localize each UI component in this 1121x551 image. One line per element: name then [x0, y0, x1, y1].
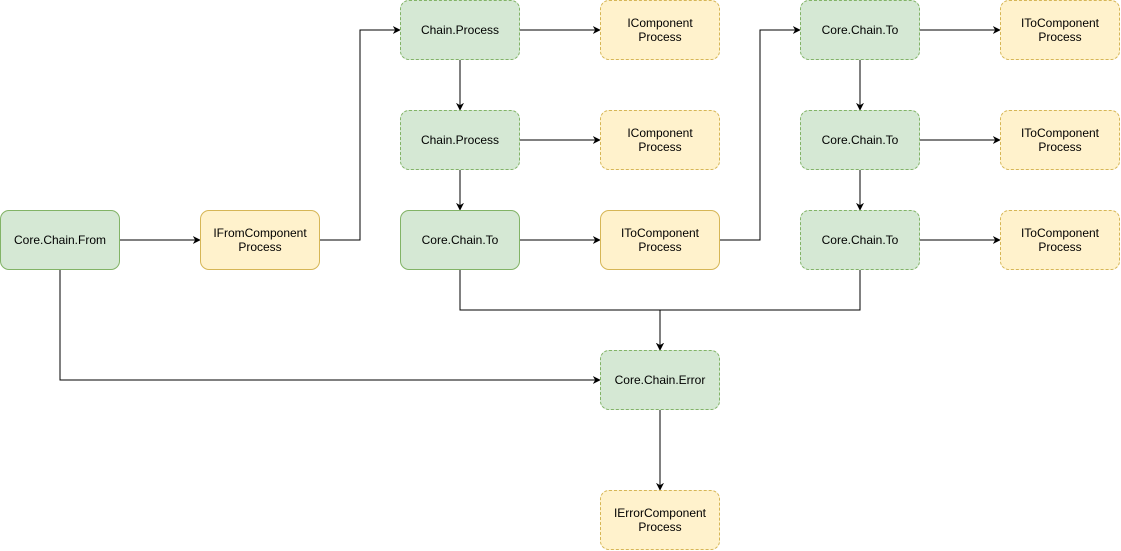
- node-itocomponent-process-3[interactable]: IToComponent Process: [1000, 110, 1120, 170]
- node-chain-process-1[interactable]: Chain.Process: [400, 0, 520, 60]
- node-label: Chain.Process: [420, 23, 500, 37]
- edge-to1-to-error: [459, 270, 664, 351]
- node-ifromcomponent-process[interactable]: IFromComponent Process: [200, 210, 320, 270]
- edge-to4-to-error: [656, 270, 861, 351]
- node-core-chain-error[interactable]: Core.Chain.Error: [600, 350, 720, 410]
- node-core-chain-to-3[interactable]: Core.Chain.To: [800, 110, 920, 170]
- node-label: IComponent Process: [627, 16, 693, 44]
- edge-to1_comp-to-to2: [720, 26, 801, 241]
- node-label: IToComponent Process: [620, 226, 700, 254]
- edge-from_comp-to-process1: [320, 26, 401, 241]
- node-label: Core.Chain.To: [821, 133, 899, 147]
- node-ierrorcomponent-process[interactable]: IErrorComponent Process: [600, 490, 720, 550]
- node-label: IComponent Process: [627, 126, 693, 154]
- node-label: Core.Chain.To: [821, 23, 899, 37]
- node-label: IToComponent Process: [1020, 226, 1100, 254]
- node-label: IToComponent Process: [1020, 16, 1100, 44]
- diagram-canvas: [59, 26, 1001, 491]
- node-icomponent-process-1[interactable]: IComponent Process: [600, 0, 720, 60]
- node-core-chain-to-4[interactable]: Core.Chain.To: [800, 210, 920, 270]
- node-label: IErrorComponent Process: [613, 506, 707, 534]
- node-label: Core.Chain.From: [13, 233, 107, 247]
- node-label: IFromComponent Process: [213, 226, 307, 254]
- node-label: Core.Chain.Error: [614, 373, 706, 387]
- node-core-chain-to-1[interactable]: Core.Chain.To: [400, 210, 520, 270]
- node-itocomponent-process-4[interactable]: IToComponent Process: [1000, 210, 1120, 270]
- node-label: IToComponent Process: [1020, 126, 1100, 154]
- node-itocomponent-process-2[interactable]: IToComponent Process: [1000, 0, 1120, 60]
- edge-from-to-error: [59, 270, 601, 384]
- node-label: Core.Chain.To: [821, 233, 899, 247]
- node-itocomponent-process-1[interactable]: IToComponent Process: [600, 210, 720, 270]
- node-label: Chain.Process: [420, 133, 500, 147]
- node-core-chain-from[interactable]: Core.Chain.From: [0, 210, 120, 270]
- node-icomponent-process-2[interactable]: IComponent Process: [600, 110, 720, 170]
- node-label: Core.Chain.To: [421, 233, 499, 247]
- node-core-chain-to-2[interactable]: Core.Chain.To: [800, 0, 920, 60]
- node-chain-process-2[interactable]: Chain.Process: [400, 110, 520, 170]
